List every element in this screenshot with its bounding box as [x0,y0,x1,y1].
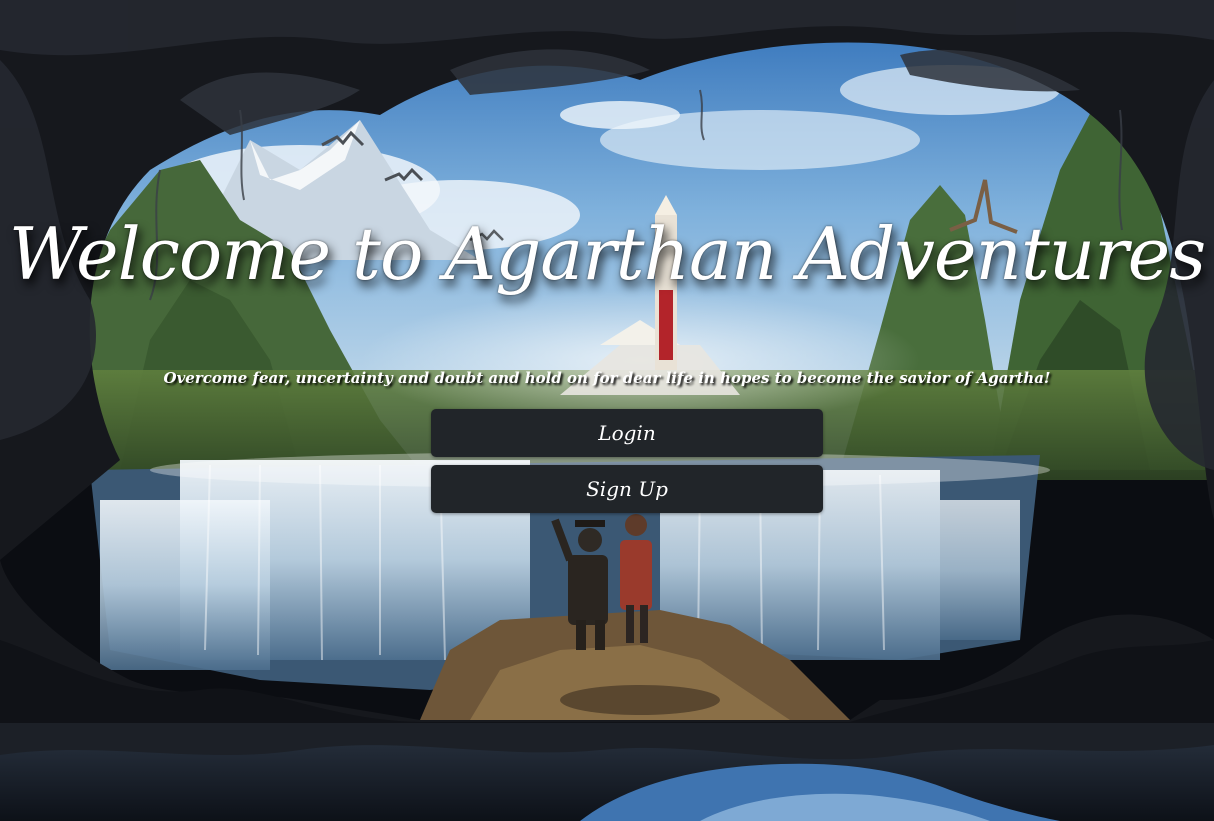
hero-tagline: Overcome fear, uncertainty and doubt and… [163,369,1051,387]
page-title: Welcome to Agarthan Adventures [8,212,1206,296]
login-button[interactable]: Login [431,409,823,457]
hero-overlay: Welcome to Agarthan Adventures Overcome … [0,0,1214,821]
sign-up-button[interactable]: Sign Up [431,465,823,513]
